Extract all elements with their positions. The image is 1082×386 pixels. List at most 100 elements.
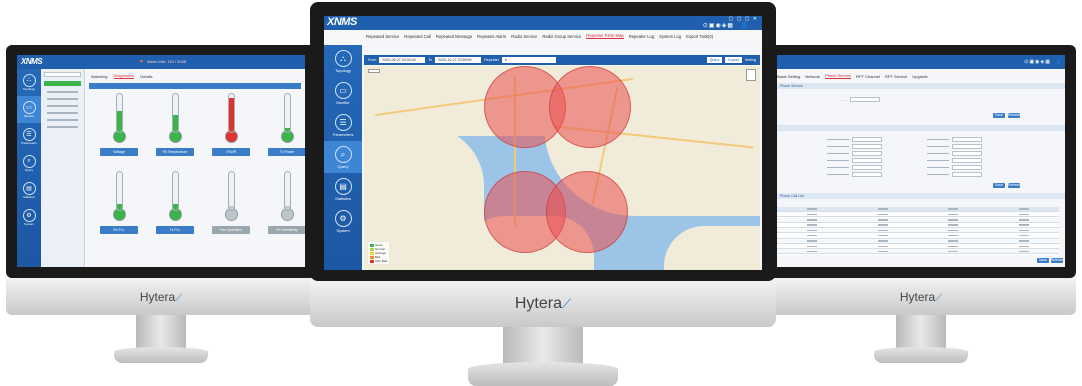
form-input[interactable] [952,151,982,156]
nav-monitor[interactable]: ▭ Monitor [17,96,41,123]
table-row[interactable] [777,207,1059,212]
rssi-map[interactable]: Good Normal Average Bad Very Bad [364,66,760,270]
table-row[interactable] [777,244,1059,250]
save-button-3[interactable]: Save [1037,258,1049,263]
form-input[interactable] [852,165,882,170]
form-input[interactable] [852,172,882,177]
tree-item[interactable] [47,119,78,121]
tab-export-task[interactable]: Export Task(0) [686,34,713,39]
form-input[interactable] [952,158,982,163]
user-avatar[interactable]: 👤 [741,22,748,29]
map-zoom-control[interactable] [368,69,380,73]
tab-system-log[interactable]: System Log [659,34,681,39]
tab-repeater-log[interactable]: Repeater Log [629,34,654,39]
gauge-label-button[interactable]: Tx PLL [156,226,194,234]
form-input[interactable] [952,172,982,177]
gauge-label-button[interactable]: PA Temperature [156,148,194,156]
refresh-button-3[interactable]: Refresh [1051,258,1063,263]
table-row[interactable] [777,228,1059,234]
save-button-2[interactable]: Save [993,183,1005,188]
tab-upgrade[interactable]: Upgrade [912,74,927,79]
form-input[interactable] [852,144,882,149]
to-date-input[interactable]: 2020-10-27 23:59:59 [435,57,482,63]
tab-radio-service[interactable]: Radio Service [511,34,537,39]
nav-system[interactable]: ⚙ System [17,204,41,231]
map-layers-control[interactable] [746,69,756,81]
gauge-level [116,204,122,210]
gauge-label-button[interactable]: Rx PLL [100,226,138,234]
tab-repeated-service[interactable]: Repeated Service [366,34,399,39]
legend-very-bad: Very Bad [375,259,388,263]
table-row[interactable] [777,238,1059,244]
toolbar-icons[interactable]: ⊙▣◉◈▦ [703,22,734,29]
tab-watching[interactable]: Watching [91,74,108,79]
form-input[interactable] [952,165,982,170]
refresh-button[interactable]: Refresh [1008,113,1020,118]
tab-network[interactable]: Network [805,74,820,79]
save-button[interactable]: Save [993,113,1005,118]
table-row[interactable] [777,222,1059,228]
tab-rpt-service[interactable]: RPT Service [885,74,907,79]
nav-statistics[interactable]: ▤ Statistics [324,173,362,205]
form-input[interactable] [952,137,982,142]
form-input[interactable] [952,144,982,149]
nav-system[interactable]: ⚙ System [324,205,362,237]
form-label [927,166,949,169]
query-button[interactable]: Query [706,57,723,63]
tree-item[interactable] [47,91,78,93]
tab-details[interactable]: Details [140,74,152,79]
gauge-fan-operation: Fan Operation [201,171,261,234]
refresh-button-2[interactable]: Refresh [1008,183,1020,188]
tree-item[interactable] [47,105,78,107]
tab-radio-group-service[interactable]: Radio Group Service [542,34,581,39]
form-input[interactable] [852,158,882,163]
table-row[interactable] [777,217,1059,223]
gauge-label-button[interactable]: Fan Operation [212,226,250,234]
table-row[interactable] [777,233,1059,239]
setting-button[interactable]: Setting [745,58,760,62]
table-cell [777,239,848,243]
tree-item-selected[interactable] [44,81,81,86]
nav-monitor[interactable]: ▭ Monitor [324,77,362,109]
nav-topology[interactable]: ⛬ Topology [324,45,362,77]
rssi-coverage-circle[interactable] [549,66,631,148]
rssi-coverage-circle[interactable] [546,171,628,253]
form-label [827,145,849,148]
right-monitor: ⊙▣◉◈▦ 👤 Basic Setting Network Phone Serv… [766,45,1076,365]
left-monitor: XNMS Alarm Info: 110 / 2048 ▲ ⛬ Topology… [6,45,316,365]
tab-repeater-rssi-map[interactable]: Repeater RSSI Map [586,33,624,39]
table-row[interactable] [777,212,1060,218]
form-input[interactable] [852,151,882,156]
tree-item[interactable] [47,126,78,128]
gauge-label-button[interactable]: Voltage [100,148,138,156]
tab-repeated-message[interactable]: Repeated Message [436,34,472,39]
tree-item[interactable] [47,112,78,114]
from-date-input[interactable]: 2020-09-27 00:00:00 [379,57,426,63]
table-cell [918,249,989,253]
nav-topology[interactable]: ⛬ Topology [17,69,41,96]
tab-basic-setting[interactable]: Basic Setting [777,74,800,79]
nav-query[interactable]: ⌕ Query [17,150,41,177]
form-input[interactable] [852,137,882,142]
tab-diagnostics[interactable]: Diagnostics [113,73,135,79]
table-cell [989,212,1060,216]
nav-parameters[interactable]: ☰ Parameters [17,123,41,150]
export-button[interactable]: Export [725,57,742,63]
tab-rpt-channel[interactable]: RPT Channel [856,74,880,79]
tree-item[interactable] [47,98,78,100]
nav-parameters[interactable]: ☰ Parameters [324,109,362,141]
form-input[interactable] [850,97,880,102]
gauge-label-button[interactable]: Tx Power [268,148,305,156]
gauge-label-button[interactable]: Rx Sensitivity [268,226,305,234]
gauge-label-button[interactable]: VSWR [212,148,250,156]
table-row[interactable] [777,249,1059,255]
tab-repeater-alarm[interactable]: Repeater Alarm [477,34,506,39]
table-cell [777,207,848,211]
tab-repeated-call[interactable]: Repeated Call [404,34,431,39]
repeater-select[interactable]: ▾ [501,57,556,63]
nav-statistics[interactable]: ▤ Statistics [17,177,41,204]
center-header: XNMS ▢ ▢ ▢ ✕ ⊙▣◉◈▦ 👤 Repeated Service Re… [324,16,762,45]
tree-search-input[interactable] [44,72,81,77]
nav-query[interactable]: ⌕ Query [324,141,362,173]
tab-phone-service[interactable]: Phone Service [825,73,852,79]
